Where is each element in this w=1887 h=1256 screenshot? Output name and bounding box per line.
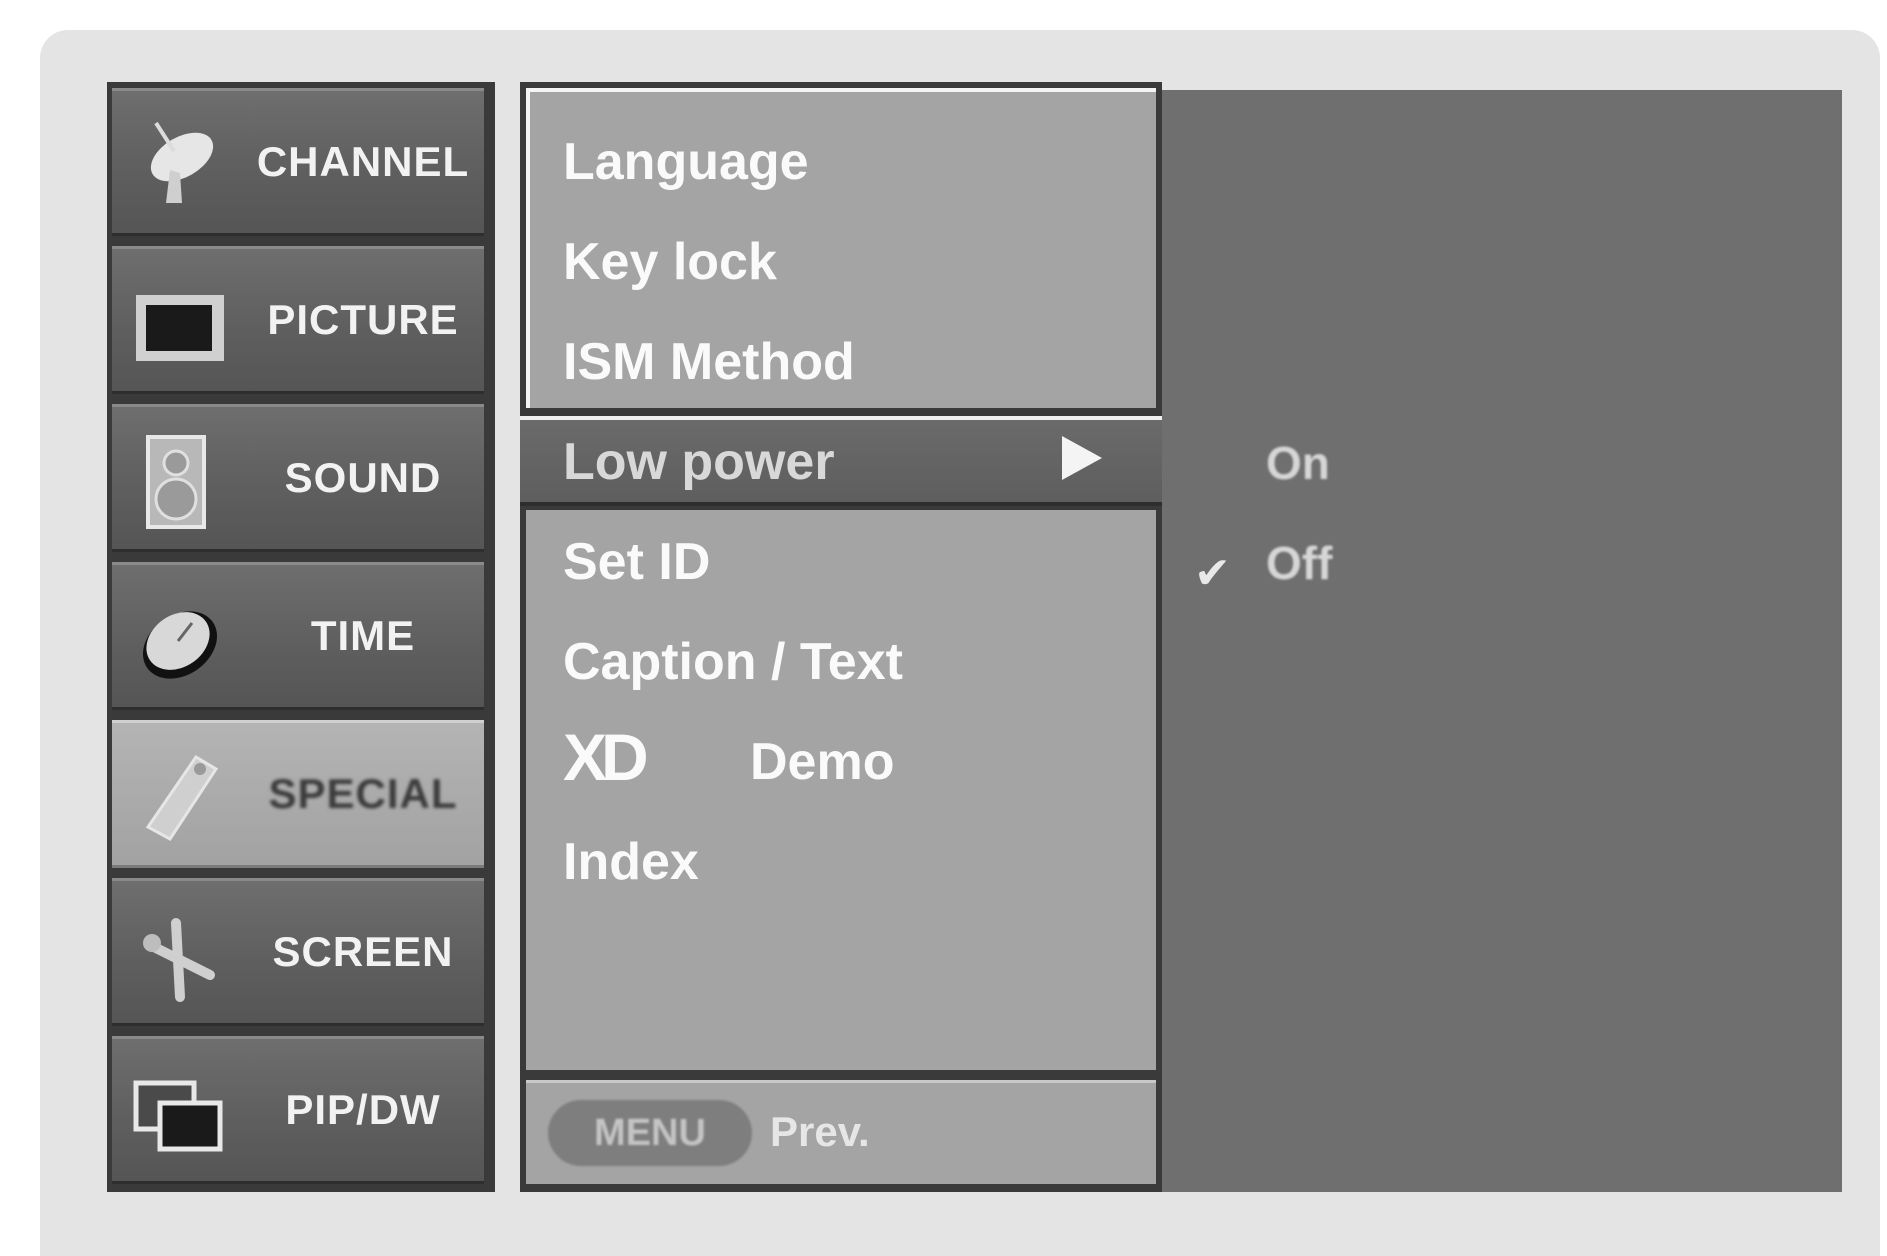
check-icon: ✔ (1194, 548, 1231, 599)
submenu-option-on[interactable]: On (1266, 436, 1330, 490)
prev-label: Prev. (770, 1108, 870, 1155)
category-screen[interactable]: SCREEN (112, 878, 484, 1026)
speaker-icon (146, 435, 206, 529)
menu-item-low-power-label: Low power (563, 433, 835, 491)
xd-logo-text: XD (563, 728, 646, 786)
xd-logo: XD (563, 728, 652, 786)
category-pip-dw[interactable]: PIP/DW (112, 1036, 484, 1184)
submenu-arrow-icon (1062, 436, 1102, 480)
menu-item-ism-method[interactable]: ISM Method (563, 332, 855, 392)
category-label: PICTURE (267, 296, 459, 343)
tools-icon (143, 918, 215, 1002)
category-special[interactable]: SPECIAL (112, 720, 484, 868)
clock-icon (142, 611, 218, 679)
category-time[interactable]: TIME (112, 562, 484, 710)
category-label: TIME (310, 612, 416, 659)
category-label: PIP/DW (285, 1086, 441, 1133)
submenu-panel (1162, 90, 1842, 1192)
menu-button[interactable]: MENU (548, 1100, 752, 1166)
category-label: SPECIAL (268, 770, 458, 817)
category-channel[interactable]: CHANNEL (112, 88, 484, 236)
category-sound[interactable]: SOUND (112, 404, 484, 552)
category-label: CHANNEL (256, 138, 470, 185)
tv-screen-icon (136, 295, 224, 361)
category-label: SCREEN (272, 928, 454, 975)
menu-item-demo[interactable]: Demo (750, 732, 894, 792)
satellite-dish-icon (150, 121, 214, 203)
submenu-option-off[interactable]: Off (1266, 536, 1332, 590)
menu-item-index[interactable]: Index (563, 832, 699, 892)
menu-item-caption-text[interactable]: Caption / Text (563, 632, 903, 692)
category-picture[interactable]: PICTURE (112, 246, 484, 394)
pip-windows-icon (133, 1080, 223, 1152)
menu-item-set-id[interactable]: Set ID (563, 532, 710, 592)
category-label: SOUND (284, 454, 442, 501)
tag-icon (145, 754, 219, 841)
menu-item-key-lock[interactable]: Key lock (563, 232, 777, 292)
menu-item-language[interactable]: Language (563, 132, 809, 192)
